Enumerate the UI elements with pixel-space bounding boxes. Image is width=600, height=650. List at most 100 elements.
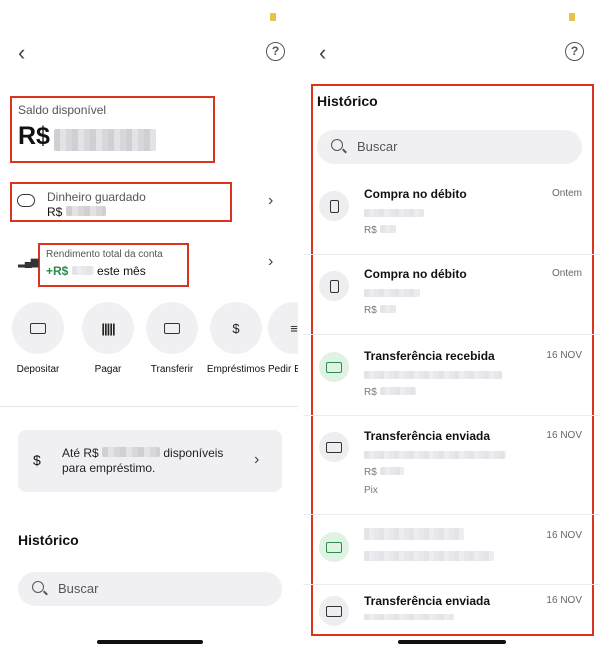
quick-actions: Depositar ||||| Pagar Transferir $ Empré… [6, 302, 298, 382]
back-icon[interactable]: ‹ [18, 42, 25, 64]
action-label: Transferir [150, 364, 194, 375]
yield-amount-blurred [71, 266, 94, 275]
balance-label: Saldo disponível [18, 103, 107, 117]
search-placeholder: Buscar [58, 581, 99, 596]
transaction-currency: R$ [364, 467, 377, 478]
stored-amount-blurred [65, 206, 106, 216]
action-label: Empréstimos [206, 364, 266, 375]
transaction-item[interactable]: Transferência enviada 16 NOV [303, 586, 600, 636]
action-request[interactable]: ≡ Pedir E [268, 302, 298, 375]
loan-offer-card[interactable]: $ Até R$ disponíveis para empréstimo. › [18, 430, 282, 492]
balance-currency: R$ [18, 122, 50, 150]
chevron-right-icon: › [268, 253, 274, 270]
stored-value: R$ [47, 205, 106, 219]
separator [303, 334, 600, 335]
barcode-icon: ||||| [82, 302, 134, 354]
home-indicator [398, 640, 506, 644]
transaction-date: Ontem [551, 188, 582, 199]
transaction-amount: R$ [364, 467, 404, 478]
signal-bars-icon: ▂▄▆ [18, 257, 38, 268]
transaction-date: 16 NOV [546, 530, 582, 541]
transaction-title: Transferência recebida [364, 349, 495, 363]
money-in-icon [319, 352, 349, 382]
transaction-item[interactable]: Transferência enviada 16 NOV R$ Pix [303, 418, 600, 514]
transaction-title-blurred [364, 528, 464, 540]
transaction-title: Compra no débito [364, 187, 467, 201]
status-indicator [569, 13, 575, 21]
transaction-date: Ontem [551, 268, 582, 279]
transaction-desc-blurred [364, 289, 420, 297]
separator [303, 514, 600, 515]
transaction-item[interactable]: 16 NOV [303, 518, 600, 584]
loan-icon: $ [33, 452, 41, 468]
transaction-date: 16 NOV [546, 350, 582, 361]
help-icon[interactable]: ? [565, 42, 584, 61]
help-icon[interactable]: ? [266, 42, 285, 61]
separator [303, 584, 600, 585]
transaction-currency: R$ [364, 305, 377, 316]
transaction-currency: R$ [364, 225, 377, 236]
transaction-amount-blurred [379, 305, 396, 313]
loan-text-c: para empréstimo. [62, 461, 156, 475]
transfer-icon [146, 302, 198, 354]
loan-text: Até R$ disponíveis para empréstimo. [62, 446, 223, 476]
separator [303, 415, 600, 416]
yield-suffix: este mês [97, 264, 146, 278]
transaction-amount-blurred [379, 387, 416, 395]
search-input[interactable]: Buscar [18, 572, 282, 606]
transaction-date: 16 NOV [546, 595, 582, 606]
section-divider [0, 406, 298, 407]
right-screen: ‹ ? Histórico Buscar Compra no débito On… [303, 0, 600, 650]
action-pay[interactable]: ||||| Pagar [76, 302, 140, 375]
transaction-method: Pix [364, 485, 378, 496]
loan-text-a: Até R$ [62, 446, 99, 460]
phone-icon [319, 271, 349, 301]
status-indicator [270, 13, 276, 21]
left-screen: ‹ ? Saldo disponível R$ Dinheiro guardad… [0, 0, 298, 650]
phone-icon [319, 191, 349, 221]
transaction-amount: R$ [364, 225, 396, 236]
action-deposit[interactable]: Depositar [6, 302, 70, 375]
cash-icon [319, 532, 349, 562]
loan-text-b: disponíveis [163, 446, 224, 460]
search-icon [331, 139, 343, 151]
transaction-item[interactable]: Compra no débito Ontem R$ [303, 176, 600, 254]
action-loans[interactable]: $ Empréstimos [204, 302, 268, 375]
yield-label: Rendimento total da conta [46, 249, 163, 260]
transaction-desc-blurred [364, 209, 424, 217]
money-out-icon [319, 596, 349, 626]
piggy-bank-icon [17, 194, 35, 207]
transaction-amount-blurred [379, 225, 396, 233]
money-out-icon [319, 432, 349, 462]
transaction-date: 16 NOV [546, 430, 582, 441]
separator [303, 254, 600, 255]
transaction-item[interactable]: Compra no débito Ontem R$ [303, 256, 600, 334]
action-label: Pagar [94, 364, 122, 375]
stored-currency: R$ [47, 205, 63, 219]
yield-prefix: +R$ [46, 264, 69, 278]
transaction-title: Transferência enviada [364, 429, 491, 443]
loan-amount-blurred [102, 447, 161, 457]
search-icon [32, 581, 44, 593]
action-label: Pedir E [268, 364, 298, 375]
transaction-amount-blurred [379, 467, 404, 475]
transaction-title: Compra no débito [364, 267, 467, 281]
yield-row[interactable]: ▂▄▆ Rendimento total da conta +R$ este m… [0, 243, 298, 287]
history-title: Histórico [18, 532, 79, 548]
balance-value: R$ [18, 122, 157, 151]
stored-label: Dinheiro guardado [47, 190, 146, 204]
transaction-title: Transferência enviada [364, 594, 491, 608]
transaction-item[interactable]: Transferência recebida 16 NOV R$ [303, 338, 600, 414]
search-input[interactable]: Buscar [317, 130, 582, 164]
stored-money-row[interactable]: Dinheiro guardado R$ › [0, 182, 298, 224]
yield-value: +R$ este mês [46, 264, 146, 278]
action-label: Depositar [16, 364, 60, 375]
transaction-currency: R$ [364, 387, 377, 398]
chevron-right-icon: › [268, 192, 274, 209]
action-transfer[interactable]: Transferir [140, 302, 204, 375]
back-icon[interactable]: ‹ [319, 42, 326, 64]
document-icon: ≡ [268, 302, 298, 354]
transaction-desc-blurred [364, 371, 502, 379]
transaction-desc-blurred [364, 451, 506, 459]
transaction-desc-blurred [364, 614, 454, 620]
